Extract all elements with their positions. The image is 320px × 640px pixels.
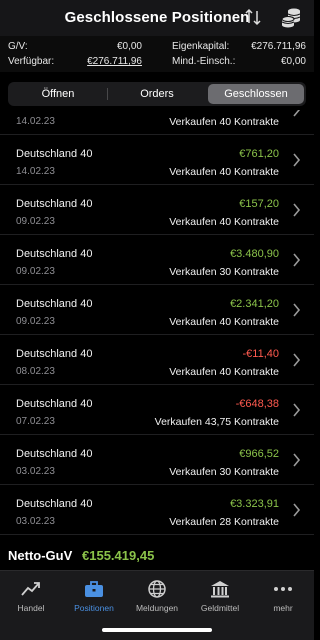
home-indicator bbox=[102, 628, 212, 632]
chevron-right-icon bbox=[293, 203, 301, 217]
more-dots-icon bbox=[274, 587, 292, 591]
tab-orders[interactable]: Orders bbox=[108, 84, 206, 104]
instrument-name: Deutschland 40 bbox=[16, 298, 93, 310]
position-row[interactable]: Deutschland 40 €966,52 03.02.23 Verkaufe… bbox=[0, 435, 314, 485]
position-row[interactable]: Deutschland 40 €3.323,91 03.02.23 Verkau… bbox=[0, 485, 314, 535]
net-pnl-bar: Netto-GuV €155.419,45 bbox=[0, 540, 314, 570]
tab-geldmittel[interactable]: Geldmittel bbox=[189, 579, 251, 613]
position-row[interactable]: Deutschland 40 -€648,38 07.02.23 Verkauf… bbox=[0, 385, 314, 435]
coins-icon[interactable] bbox=[280, 6, 302, 28]
chevron-right-icon bbox=[293, 253, 301, 267]
position-date: 08.02.23 bbox=[16, 366, 55, 377]
position-row[interactable]: 14.02.23 Verkaufen 40 Kontrakte bbox=[0, 110, 314, 135]
tab-label: Meldungen bbox=[135, 603, 179, 613]
position-date: 14.02.23 bbox=[16, 166, 55, 177]
position-trade: Verkaufen 43,75 Kontrakte bbox=[154, 416, 279, 428]
position-trade: Verkaufen 30 Kontrakte bbox=[169, 266, 279, 278]
position-pnl: -€11,40 bbox=[242, 348, 280, 360]
net-pnl-value: €155.419,45 bbox=[82, 548, 155, 563]
chevron-right-icon bbox=[293, 403, 301, 417]
mind-einsch-label: Mind.-Einsch.: bbox=[172, 56, 236, 67]
position-row[interactable]: Deutschland 40 €2.341,20 09.02.23 Verkau… bbox=[0, 285, 314, 335]
position-filter-segmented-control: Öffnen Orders Geschlossen bbox=[8, 82, 306, 106]
tab-oeffnen[interactable]: Öffnen bbox=[10, 84, 106, 104]
position-pnl: €3.323,91 bbox=[230, 498, 279, 510]
verfuegbar-value[interactable]: €276.711,96 bbox=[70, 56, 142, 67]
position-pnl: €3.480,90 bbox=[230, 248, 279, 260]
position-trade: Verkaufen 40 Kontrakte bbox=[169, 366, 279, 378]
position-pnl: -€648,38 bbox=[235, 398, 279, 410]
chart-trend-icon bbox=[21, 582, 40, 596]
tab-geschlossen[interactable]: Geschlossen bbox=[208, 84, 304, 104]
tab-label: Positionen bbox=[74, 603, 114, 613]
briefcase-icon bbox=[85, 581, 103, 597]
position-trade: Verkaufen 40 Kontrakte bbox=[169, 216, 279, 228]
position-trade: Verkaufen 30 Kontrakte bbox=[169, 466, 279, 478]
instrument-name: Deutschland 40 bbox=[16, 248, 93, 260]
position-date: 07.02.23 bbox=[16, 416, 55, 427]
position-pnl: €966,52 bbox=[239, 448, 279, 460]
eigenkapital-value: €276.711,96 bbox=[251, 41, 306, 52]
mind-einsch-value: €0,00 bbox=[280, 56, 306, 67]
eigenkapital-label: Eigenkapital: bbox=[172, 41, 230, 52]
chevron-right-icon bbox=[293, 353, 301, 367]
position-date: 09.02.23 bbox=[16, 216, 55, 227]
bank-icon bbox=[211, 581, 229, 598]
position-date: 14.02.23 bbox=[16, 116, 55, 127]
chevron-right-icon bbox=[293, 110, 301, 117]
tab-meldungen[interactable]: Meldungen bbox=[126, 579, 188, 613]
chevron-right-icon bbox=[293, 503, 301, 517]
page-title: Geschlossene Positionen bbox=[64, 9, 250, 26]
tab-label: Geldmittel bbox=[200, 603, 240, 613]
instrument-name: Deutschland 40 bbox=[16, 198, 93, 210]
chevron-right-icon bbox=[293, 303, 301, 317]
chevron-right-icon bbox=[293, 153, 301, 167]
sort-icon[interactable] bbox=[244, 8, 262, 26]
position-pnl: €157,20 bbox=[239, 198, 279, 210]
instrument-name: Deutschland 40 bbox=[16, 398, 93, 410]
closed-positions-list: 14.02.23 Verkaufen 40 Kontrakte Deutschl… bbox=[0, 110, 314, 540]
gv-value: €0,00 bbox=[116, 41, 142, 52]
top-navigation-bar: Geschlossene Positionen bbox=[0, 0, 314, 36]
position-trade: Verkaufen 40 Kontrakte bbox=[169, 166, 279, 178]
position-row[interactable]: Deutschland 40 -€11,40 08.02.23 Verkaufe… bbox=[0, 335, 314, 385]
position-trade: Verkaufen 40 Kontrakte bbox=[169, 316, 279, 328]
position-pnl: €2.341,20 bbox=[230, 298, 279, 310]
position-date: 09.02.23 bbox=[16, 316, 55, 327]
gv-label: G/V: bbox=[8, 41, 28, 52]
tab-mehr[interactable]: mehr bbox=[252, 579, 314, 613]
position-date: 09.02.23 bbox=[16, 266, 55, 277]
instrument-name: Deutschland 40 bbox=[16, 148, 93, 160]
account-summary: G/V: €0,00 Verfügbar: €276.711,96 Eigenk… bbox=[0, 36, 314, 72]
net-pnl-label: Netto-GuV bbox=[8, 548, 73, 563]
verfuegbar-label: Verfügbar: bbox=[8, 56, 55, 67]
position-row[interactable]: Deutschland 40 €761,20 14.02.23 Verkaufe… bbox=[0, 135, 314, 185]
position-row[interactable]: Deutschland 40 €157,20 09.02.23 Verkaufe… bbox=[0, 185, 314, 235]
tab-label: mehr bbox=[273, 603, 293, 613]
instrument-name: Deutschland 40 bbox=[16, 448, 93, 460]
position-date: 03.02.23 bbox=[16, 466, 55, 477]
position-trade: Verkaufen 40 Kontrakte bbox=[169, 116, 279, 128]
tab-positionen[interactable]: Positionen bbox=[63, 579, 125, 613]
position-date: 03.02.23 bbox=[16, 516, 55, 527]
instrument-name: Deutschland 40 bbox=[16, 498, 93, 510]
globe-icon bbox=[148, 580, 166, 598]
position-pnl: €761,20 bbox=[239, 148, 279, 160]
tab-handel[interactable]: Handel bbox=[0, 579, 62, 613]
position-row[interactable]: Deutschland 40 €3.480,90 09.02.23 Verkau… bbox=[0, 235, 314, 285]
instrument-name: Deutschland 40 bbox=[16, 348, 93, 360]
chevron-right-icon bbox=[293, 453, 301, 467]
position-trade: Verkaufen 28 Kontrakte bbox=[169, 516, 279, 528]
tab-label: Handel bbox=[17, 603, 45, 613]
